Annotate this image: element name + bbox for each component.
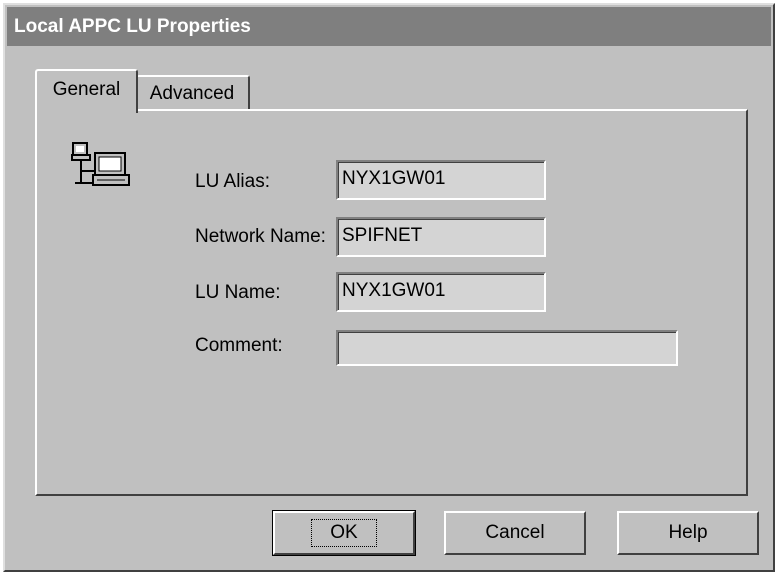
- general-tab-panel: LU Alias: NYX1GW01 Network Name: SPIFNET…: [35, 109, 748, 496]
- tab-advanced-label: Advanced: [149, 83, 235, 104]
- title-bar[interactable]: Local APPC LU Properties: [7, 7, 771, 46]
- lu-alias-field[interactable]: NYX1GW01: [336, 160, 546, 200]
- cancel-button-label: Cancel: [485, 522, 545, 543]
- window-title: Local APPC LU Properties: [14, 15, 251, 37]
- lu-name-label: LU Name:: [195, 282, 281, 303]
- ok-button[interactable]: OK: [272, 510, 416, 556]
- lu-name-field[interactable]: NYX1GW01: [336, 272, 546, 312]
- comment-label: Comment:: [195, 335, 283, 356]
- ok-button-label: OK: [311, 519, 377, 547]
- properties-dialog: Local APPC LU Properties General Advance…: [3, 3, 775, 572]
- tab-general-label: General: [52, 79, 121, 100]
- tab-advanced[interactable]: Advanced: [136, 75, 250, 111]
- help-button[interactable]: Help: [617, 511, 759, 555]
- comment-field[interactable]: [336, 330, 678, 366]
- lu-alias-label: LU Alias:: [195, 171, 270, 192]
- cancel-button[interactable]: Cancel: [444, 511, 586, 555]
- network-name-label: Network Name:: [195, 226, 326, 247]
- help-button-label: Help: [668, 522, 708, 543]
- tab-general[interactable]: General: [35, 69, 138, 113]
- network-name-field[interactable]: SPIFNET: [336, 217, 546, 257]
- network-computer-icon: [71, 142, 130, 186]
